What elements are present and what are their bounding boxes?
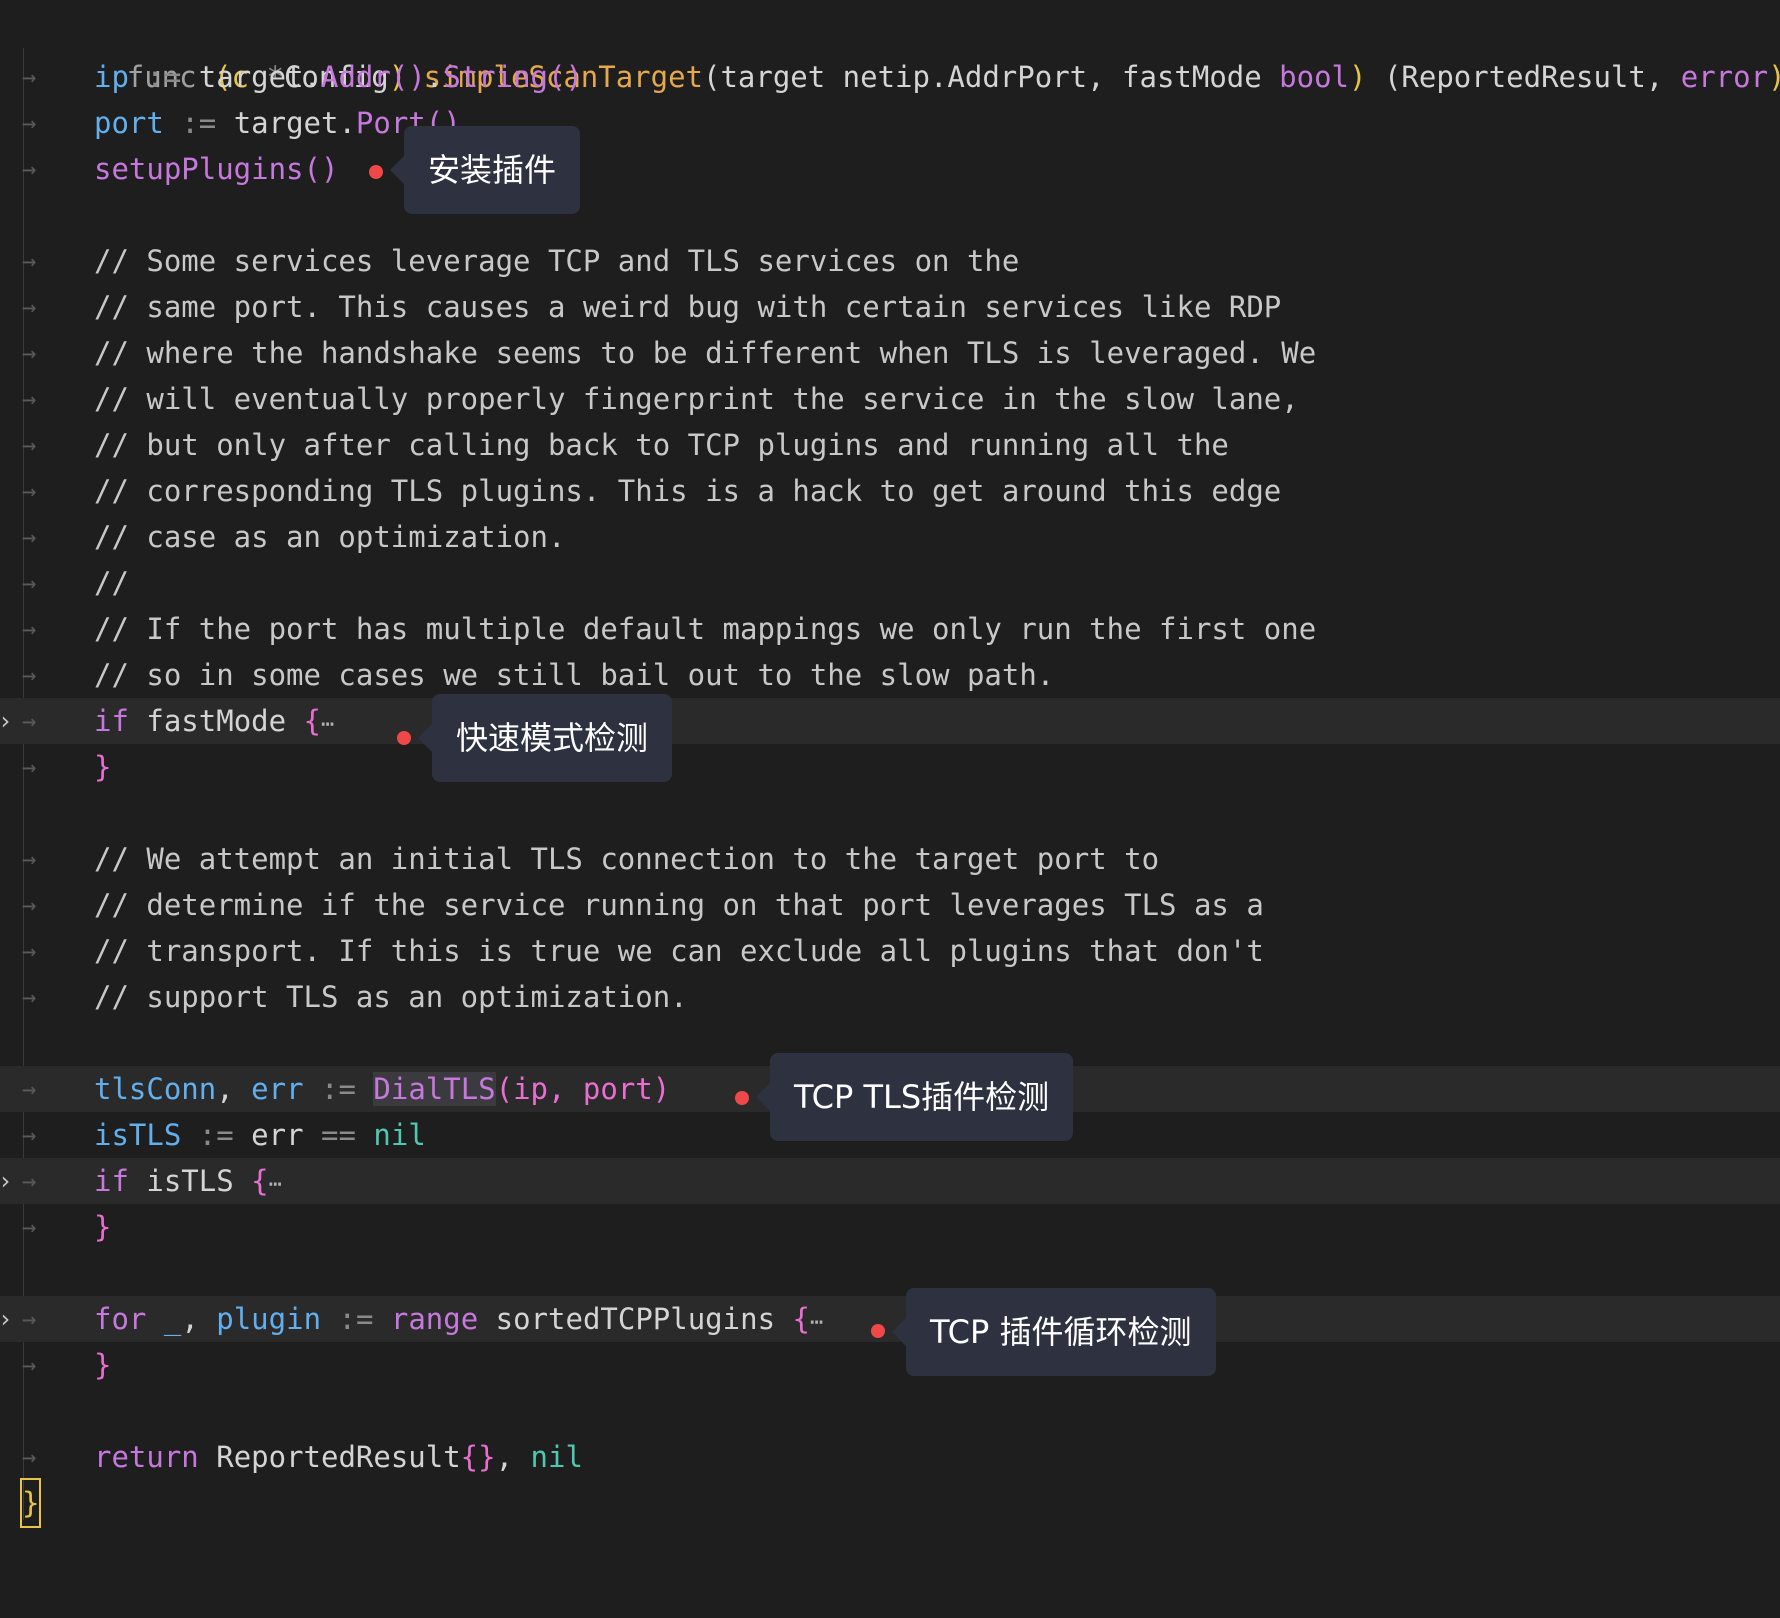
indent-arrow-icon: →	[22, 523, 37, 551]
comment-line[interactable]: →// so in some cases we still bail out t…	[0, 652, 1780, 698]
marker-dot	[735, 1091, 749, 1105]
indent-arrow-icon: →	[22, 109, 37, 137]
dialtls-call[interactable]: DialTLS	[373, 1072, 496, 1106]
indent-arrow-icon: →	[22, 937, 37, 965]
fold-chevron-icon[interactable]: ›	[0, 698, 12, 744]
code-line-for-plugins[interactable]: › → for _, plugin := range sortedTCPPlug…	[0, 1296, 1780, 1342]
marker-dot	[871, 1324, 885, 1338]
indent-arrow-icon: →	[22, 845, 37, 873]
folded-ellipsis-icon[interactable]: ⋯	[269, 1172, 282, 1197]
indent-arrow-icon: →	[22, 247, 37, 275]
indent-arrow-icon: →	[22, 615, 37, 643]
comment-line[interactable]: →// transport. If this is true we can ex…	[0, 928, 1780, 974]
indent-arrow-icon: →	[22, 339, 37, 367]
marker-dot	[369, 165, 383, 179]
code-line-func-signature[interactable]: func (c *Config) simpleScanTarget(target…	[0, 8, 1780, 94]
indent-arrow-icon: →	[22, 155, 37, 183]
comment-line[interactable]: →// support TLS as an optimization.	[0, 974, 1780, 1020]
indent-arrow-icon: →	[22, 1075, 37, 1103]
code-line-if-fastmode[interactable]: › → if fastMode {⋯	[0, 698, 1780, 744]
comment-line[interactable]: →// same port. This causes a weird bug w…	[0, 284, 1780, 330]
comment-line[interactable]: →// but only after calling back to TCP p…	[0, 422, 1780, 468]
indent-arrow-icon: →	[22, 753, 37, 781]
comment-line[interactable]: →// where the handshake seems to be diff…	[0, 330, 1780, 376]
comment-line[interactable]: →// We attempt an initial TLS connection…	[0, 836, 1780, 882]
indent-arrow-icon: →	[22, 1305, 37, 1333]
indent-arrow-icon: →	[22, 477, 37, 505]
indent-arrow-icon: →	[22, 569, 37, 597]
indent-arrow-icon: →	[22, 63, 37, 91]
fold-chevron-icon[interactable]: ›	[0, 1296, 12, 1342]
code-line-port[interactable]: → port := target.Port()	[0, 100, 1780, 146]
comment-line[interactable]: →// Some services leverage TCP and TLS s…	[0, 238, 1780, 284]
indent-arrow-icon: →	[22, 1443, 37, 1471]
comment-line[interactable]: →// determine if the service running on …	[0, 882, 1780, 928]
indent-arrow-icon: →	[22, 1167, 37, 1195]
comment-line[interactable]: →//	[0, 560, 1780, 606]
comment-line[interactable]: →// case as an optimization.	[0, 514, 1780, 560]
indent-arrow-icon: →	[22, 1351, 37, 1379]
indent-arrow-icon: →	[22, 983, 37, 1011]
comment-line[interactable]: →// corresponding TLS plugins. This is a…	[0, 468, 1780, 514]
indent-arrow-icon: →	[22, 891, 37, 919]
indent-arrow-icon: →	[22, 1213, 37, 1241]
code-editor[interactable]: func (c *Config) simpleScanTarget(target…	[0, 0, 1780, 1530]
matched-close-brace: }	[19, 1478, 42, 1528]
marker-dot	[397, 731, 411, 745]
indent-arrow-icon: →	[22, 707, 37, 735]
code-line-close-brace[interactable]: → }	[0, 744, 1780, 790]
code-line-close-brace[interactable]: → }	[0, 1204, 1780, 1250]
callout-fast-mode: 快速模式检测	[417, 694, 673, 782]
indent-arrow-icon: →	[22, 293, 37, 321]
comment-line[interactable]: →// If the port has multiple default map…	[0, 606, 1780, 652]
fold-chevron-icon[interactable]: ›	[0, 1158, 12, 1204]
folded-ellipsis-icon[interactable]: ⋯	[810, 1310, 823, 1335]
callout-tcp-tls: TCP TLS插件检测	[755, 1053, 1074, 1141]
indent-arrow-icon: →	[22, 1121, 37, 1149]
folded-ellipsis-icon[interactable]: ⋯	[321, 712, 334, 737]
code-line-return[interactable]: → return ReportedResult{}, nil	[0, 1434, 1780, 1480]
code-line-ip[interactable]: → ip := target.Addr().String()	[0, 54, 1780, 100]
callout-install-plugins: 安装插件	[389, 126, 581, 214]
comment-line[interactable]: →// will eventually properly fingerprint…	[0, 376, 1780, 422]
code-line-setup-plugins[interactable]: → setupPlugins()	[0, 146, 1780, 192]
indent-arrow-icon: →	[22, 661, 37, 689]
code-line-if-istls[interactable]: › → if isTLS {⋯	[0, 1158, 1780, 1204]
callout-tcp-loop: TCP 插件循环检测	[892, 1288, 1216, 1376]
indent-arrow-icon: →	[22, 431, 37, 459]
indent-arrow-icon: →	[22, 385, 37, 413]
code-line-close-brace[interactable]: → }	[0, 1342, 1780, 1388]
code-line-func-close[interactable]: }	[0, 1478, 1780, 1528]
